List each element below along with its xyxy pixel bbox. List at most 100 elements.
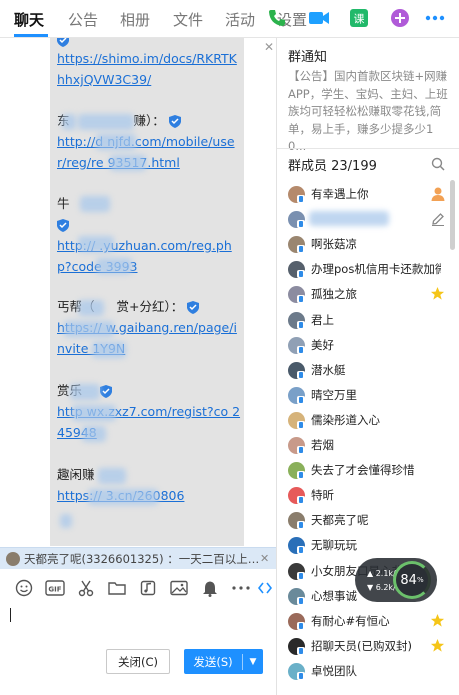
- image-icon[interactable]: [163, 576, 194, 600]
- classroom-icon[interactable]: 课: [348, 7, 370, 29]
- folder-icon[interactable]: [101, 576, 132, 600]
- svg-text:GIF: GIF: [48, 586, 61, 594]
- blurred-region: [78, 236, 114, 252]
- mobile-status-icon: [297, 470, 305, 479]
- add-app-icon[interactable]: [389, 7, 411, 29]
- avatar: [288, 536, 305, 554]
- blurred-region: [78, 300, 104, 316]
- more-icon[interactable]: [424, 7, 446, 29]
- group-notice-title: 群通知: [288, 50, 328, 65]
- collapse-arrows-icon[interactable]: [256, 576, 274, 600]
- member-row[interactable]: 办理pos机信用卡还款加微信: [288, 259, 448, 279]
- member-row[interactable]: 天都亮了呢: [288, 510, 448, 530]
- close-icon[interactable]: ✕: [264, 40, 274, 54]
- member-row[interactable]: 儒染彤道入心: [288, 410, 448, 430]
- group-notice-text: 【公告】国内首款区块链+网赚APP，学生、宝妈、主妇、上班族均可轻轻松松赚取零花…: [288, 69, 448, 153]
- tab-activity[interactable]: 活动: [225, 9, 255, 30]
- new-message-notice[interactable]: 天都亮了呢(3326601325) ：一天二百以上,男生... ✕: [0, 547, 276, 569]
- send-button[interactable]: 发送(S) ▼: [184, 649, 263, 674]
- group-notice[interactable]: 群通知 【公告】国内首款区块链+网赚APP，学生、宝妈、主妇、上班族均可轻轻松松…: [277, 38, 459, 153]
- chevron-down-icon[interactable]: ▼: [243, 657, 263, 667]
- message-block: https://shimo.im/docs/RKRTKhhxjQVW3C39/: [57, 48, 243, 90]
- avatar: [288, 336, 305, 354]
- avatar: [288, 235, 305, 253]
- emoji-icon[interactable]: [8, 576, 39, 600]
- promo-title: 牛: [57, 196, 70, 211]
- member-row[interactable]: 无聊玩玩: [288, 535, 448, 555]
- avatar: [6, 551, 20, 566]
- group-owner-icon: [431, 187, 445, 201]
- tab-album[interactable]: 相册: [120, 9, 150, 30]
- member-count-header: 群成员 23/199: [288, 159, 377, 174]
- member-name: 心想事诚: [311, 589, 357, 603]
- blurred-region: [62, 114, 76, 130]
- mobile-status-icon: [297, 294, 305, 303]
- phone-call-icon[interactable]: [266, 7, 288, 29]
- member-name: 若烟: [311, 438, 334, 452]
- member-name: 天都亮了呢: [311, 513, 369, 527]
- member-row[interactable]: 啊张菇凉: [288, 234, 448, 254]
- avatar: [288, 210, 305, 228]
- music-icon[interactable]: [132, 576, 163, 600]
- blurred-region: [64, 321, 114, 337]
- member-row[interactable]: 卓悦团队: [288, 661, 448, 681]
- member-row[interactable]: 潜水艇: [288, 360, 448, 380]
- close-button[interactable]: 关闭(C): [106, 649, 170, 674]
- member-row[interactable]: 晴空万里: [288, 385, 448, 405]
- avatar: [288, 311, 305, 329]
- gif-icon[interactable]: GIF: [39, 576, 70, 600]
- promo-title-suffix: 赏+分红）：: [116, 299, 184, 314]
- member-name: 办理pos机信用卡还款加微信: [311, 262, 441, 276]
- more-dots-icon[interactable]: [225, 576, 256, 600]
- member-name: 有耐心#有恒心: [311, 614, 390, 628]
- avatar: [288, 260, 305, 278]
- video-call-icon[interactable]: [308, 7, 330, 29]
- blurred-region: [96, 134, 136, 150]
- avatar: [288, 562, 305, 580]
- mobile-status-icon: [297, 520, 305, 529]
- member-row[interactable]: 君上: [288, 310, 448, 330]
- blurred-region: [309, 211, 389, 226]
- scissors-icon[interactable]: [70, 576, 101, 600]
- avatar: [288, 637, 305, 655]
- divider: [277, 148, 459, 149]
- mobile-status-icon: [297, 320, 305, 329]
- member-row[interactable]: 美好: [288, 335, 448, 355]
- avatar: [288, 587, 305, 605]
- search-icon[interactable]: [431, 157, 445, 171]
- message-input[interactable]: [6, 604, 270, 644]
- mobile-status-icon: [297, 244, 305, 253]
- member-name: 儒染彤道入心: [311, 413, 380, 427]
- bell-icon[interactable]: [194, 576, 225, 600]
- message-input-area[interactable]: [0, 604, 276, 644]
- close-icon[interactable]: ✕: [260, 552, 272, 565]
- member-row[interactable]: 孤独之旅: [288, 284, 448, 304]
- member-row[interactable]: 有幸遇上你: [288, 184, 448, 204]
- blurred-region: [92, 342, 126, 358]
- blurred-region: [78, 114, 134, 130]
- mobile-status-icon: [297, 395, 305, 404]
- member-name: 有幸遇上你: [311, 187, 369, 201]
- member-list-scrollbar[interactable]: [450, 180, 455, 250]
- blurred-region: [80, 196, 110, 212]
- tab-files[interactable]: 文件: [173, 9, 203, 30]
- tab-announcement[interactable]: 公告: [68, 9, 98, 30]
- member-row[interactable]: 失去了才会懂得珍惜: [288, 460, 448, 480]
- message-link[interactable]: https://shimo.im/docs/RKRTKhhxjQVW3C39/: [57, 51, 237, 87]
- chat-message-area[interactable]: https://shimo.im/docs/RKRTKhhxjQVW3C39/ …: [0, 38, 276, 546]
- avatar: [288, 612, 305, 630]
- member-row[interactable]: 有耐心#有恒心: [288, 611, 448, 631]
- member-row[interactable]: 特昕: [288, 485, 448, 505]
- member-name: 特昕: [311, 488, 334, 502]
- blurred-region: [96, 258, 132, 274]
- blurred-region: [60, 514, 72, 528]
- network-speed-widget[interactable]: ▲ 2.1k/s ▼ 6.2k/s 84%: [355, 558, 437, 602]
- member-row[interactable]: 招聊天员(已购双封): [288, 636, 448, 656]
- mobile-status-icon: [297, 621, 305, 630]
- blurred-region: [70, 384, 100, 400]
- member-row[interactable]: 若烟: [288, 435, 448, 455]
- member-name: 孤独之旅: [311, 287, 357, 301]
- mobile-status-icon: [297, 646, 305, 655]
- tab-chat[interactable]: 聊天: [14, 9, 44, 30]
- blurred-region: [88, 489, 158, 505]
